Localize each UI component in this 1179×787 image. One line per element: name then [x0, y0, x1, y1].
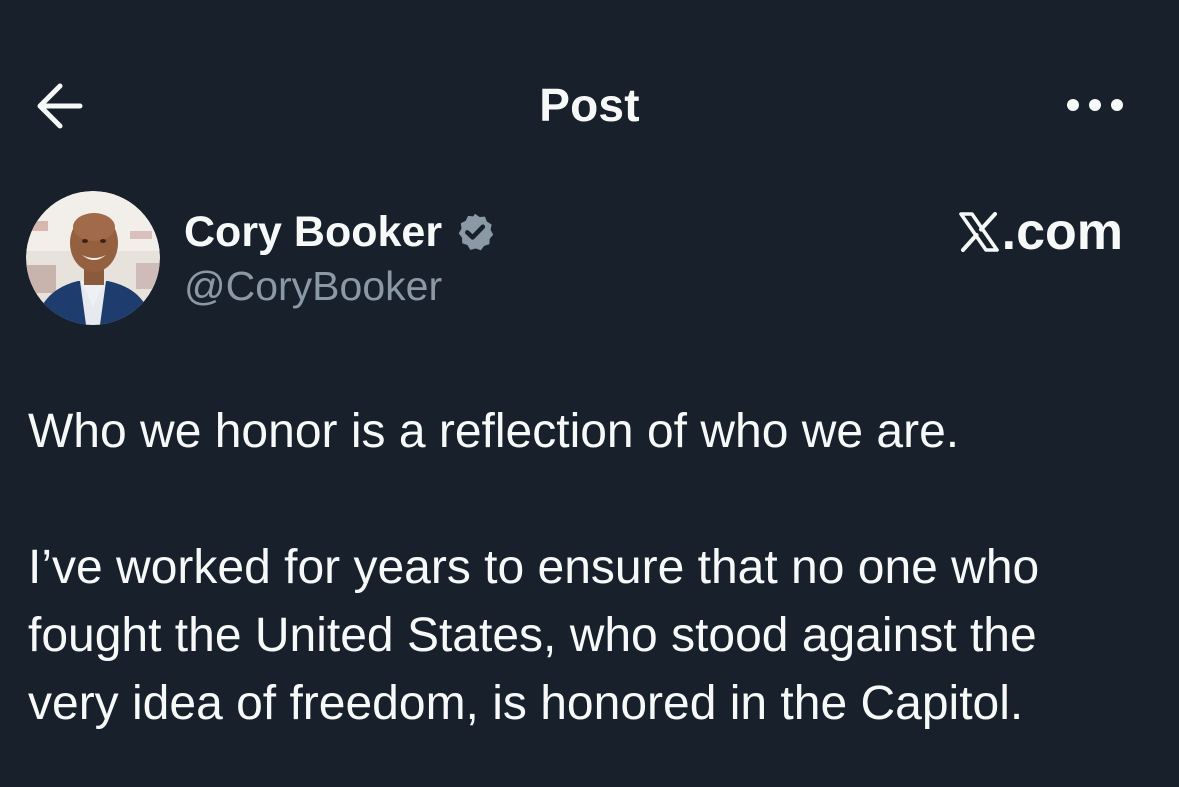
site-label: .com	[958, 200, 1123, 264]
page-title: Post	[539, 79, 640, 131]
site-label-text: .com	[1001, 203, 1123, 261]
post-body: Who we honor is a reflection of who we a…	[28, 398, 1139, 738]
post-paragraph: I’ve worked for years to ensure that no …	[28, 534, 1139, 738]
verified-badge-icon	[458, 213, 494, 251]
author-name-row: Cory Booker	[184, 204, 496, 260]
x-logo-icon	[958, 212, 999, 252]
post-paragraph: Who we honor is a reflection of who we a…	[28, 398, 1139, 466]
post-line: Who we honor is a reflection of who we a…	[28, 405, 960, 458]
more-options-button[interactable]	[1058, 88, 1132, 122]
author-display-name[interactable]: Cory Booker	[184, 204, 442, 260]
more-horizontal-icon	[1067, 99, 1123, 111]
author-handle[interactable]: @CoryBooker	[184, 260, 442, 312]
post-line: I’ve worked for years to ensure that no …	[28, 541, 1040, 594]
profile-photo	[26, 191, 160, 325]
post-line: fought the United States, who stood agai…	[28, 609, 1037, 662]
avatar[interactable]	[26, 191, 160, 325]
post-line: very idea of freedom, is honored in the …	[28, 677, 1024, 730]
